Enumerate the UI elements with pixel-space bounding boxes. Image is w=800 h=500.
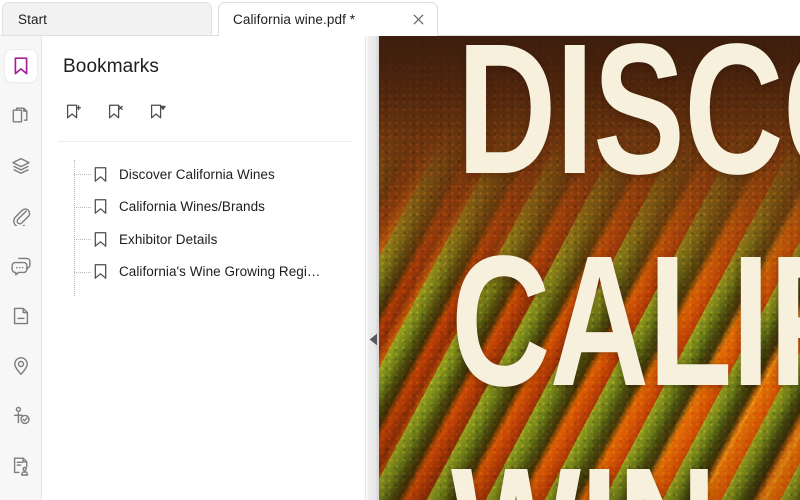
bookmark-icon bbox=[91, 230, 109, 248]
sidebar-item-layers[interactable] bbox=[5, 150, 37, 182]
panel-divider bbox=[58, 141, 353, 142]
signature-icon bbox=[11, 406, 31, 426]
bookmark-options-button[interactable] bbox=[144, 98, 172, 126]
sidebar-item-stamps[interactable] bbox=[5, 450, 37, 482]
tab-start-label: Start bbox=[18, 12, 48, 27]
tab-bar: Start California wine.pdf * bbox=[0, 0, 800, 36]
sidebar-item-form-fields[interactable] bbox=[5, 300, 37, 332]
form-field-icon bbox=[12, 306, 30, 326]
bookmark-icon bbox=[12, 56, 30, 76]
tab-start[interactable]: Start bbox=[2, 2, 212, 36]
panel-title: Bookmarks bbox=[63, 56, 159, 77]
sidebar-rail bbox=[0, 36, 42, 500]
document-view[interactable]: DISCO CALIF WIN bbox=[379, 36, 800, 500]
tree-branch bbox=[74, 206, 91, 208]
cover-headline-line-2: CALIF bbox=[451, 218, 800, 425]
bookmarks-panel: Bookmarks Discover California Wines Cali… bbox=[42, 36, 365, 500]
bookmarks-toolbar bbox=[60, 98, 172, 126]
delete-bookmark-button[interactable] bbox=[102, 98, 130, 126]
sidebar-item-attachments[interactable] bbox=[5, 200, 37, 232]
layers-icon bbox=[11, 156, 31, 176]
cover-headline-line-3: WIN bbox=[451, 440, 717, 500]
bookmark-label: California's Wine Growing Regi… bbox=[119, 264, 321, 280]
collapse-left-arrow-icon[interactable] bbox=[368, 332, 378, 346]
sidebar-item-comments[interactable] bbox=[5, 250, 37, 282]
application-window: Start California wine.pdf * Bookmarks Di… bbox=[0, 0, 800, 500]
tab-active-label: California wine.pdf * bbox=[233, 12, 356, 27]
bookmark-options-icon bbox=[148, 102, 168, 122]
bookmark-add-icon bbox=[64, 102, 84, 122]
sidebar-item-destinations[interactable] bbox=[5, 350, 37, 382]
bookmark-label: California Wines/Brands bbox=[119, 199, 265, 215]
bookmark-label: Exhibitor Details bbox=[119, 231, 218, 247]
paperclip-icon bbox=[11, 206, 31, 226]
bookmark-icon bbox=[91, 198, 109, 216]
bookmark-icon bbox=[91, 165, 109, 183]
bookmark-item[interactable]: California's Wine Growing Regi… bbox=[42, 256, 365, 289]
panel-splitter[interactable] bbox=[365, 36, 379, 500]
sidebar-item-bookmarks[interactable] bbox=[5, 50, 37, 82]
sidebar-item-pages[interactable] bbox=[5, 100, 37, 132]
location-pin-icon bbox=[12, 356, 30, 376]
pages-icon bbox=[11, 106, 31, 126]
cover-headline-line-1: DISCO bbox=[457, 36, 800, 213]
bookmark-icon bbox=[91, 263, 109, 281]
tree-branch bbox=[74, 239, 91, 240]
bookmark-item[interactable]: California Wines/Brands bbox=[42, 191, 365, 224]
tree-branch bbox=[74, 174, 91, 175]
pdf-page: DISCO CALIF WIN bbox=[379, 36, 800, 500]
bookmark-item[interactable]: Exhibitor Details bbox=[42, 223, 365, 256]
add-bookmark-button[interactable] bbox=[60, 98, 88, 126]
bookmark-delete-icon bbox=[106, 102, 126, 122]
stamp-document-icon bbox=[12, 456, 31, 477]
tree-branch bbox=[74, 271, 91, 273]
bookmark-tree: Discover California Wines California Win… bbox=[42, 158, 365, 296]
tab-california-wine-pdf[interactable]: California wine.pdf * bbox=[218, 2, 438, 36]
bookmark-label: Discover California Wines bbox=[119, 166, 275, 182]
sidebar-item-signatures[interactable] bbox=[5, 400, 37, 432]
bookmark-item[interactable]: Discover California Wines bbox=[42, 158, 365, 191]
comments-icon bbox=[10, 256, 32, 276]
close-icon[interactable] bbox=[408, 10, 428, 30]
